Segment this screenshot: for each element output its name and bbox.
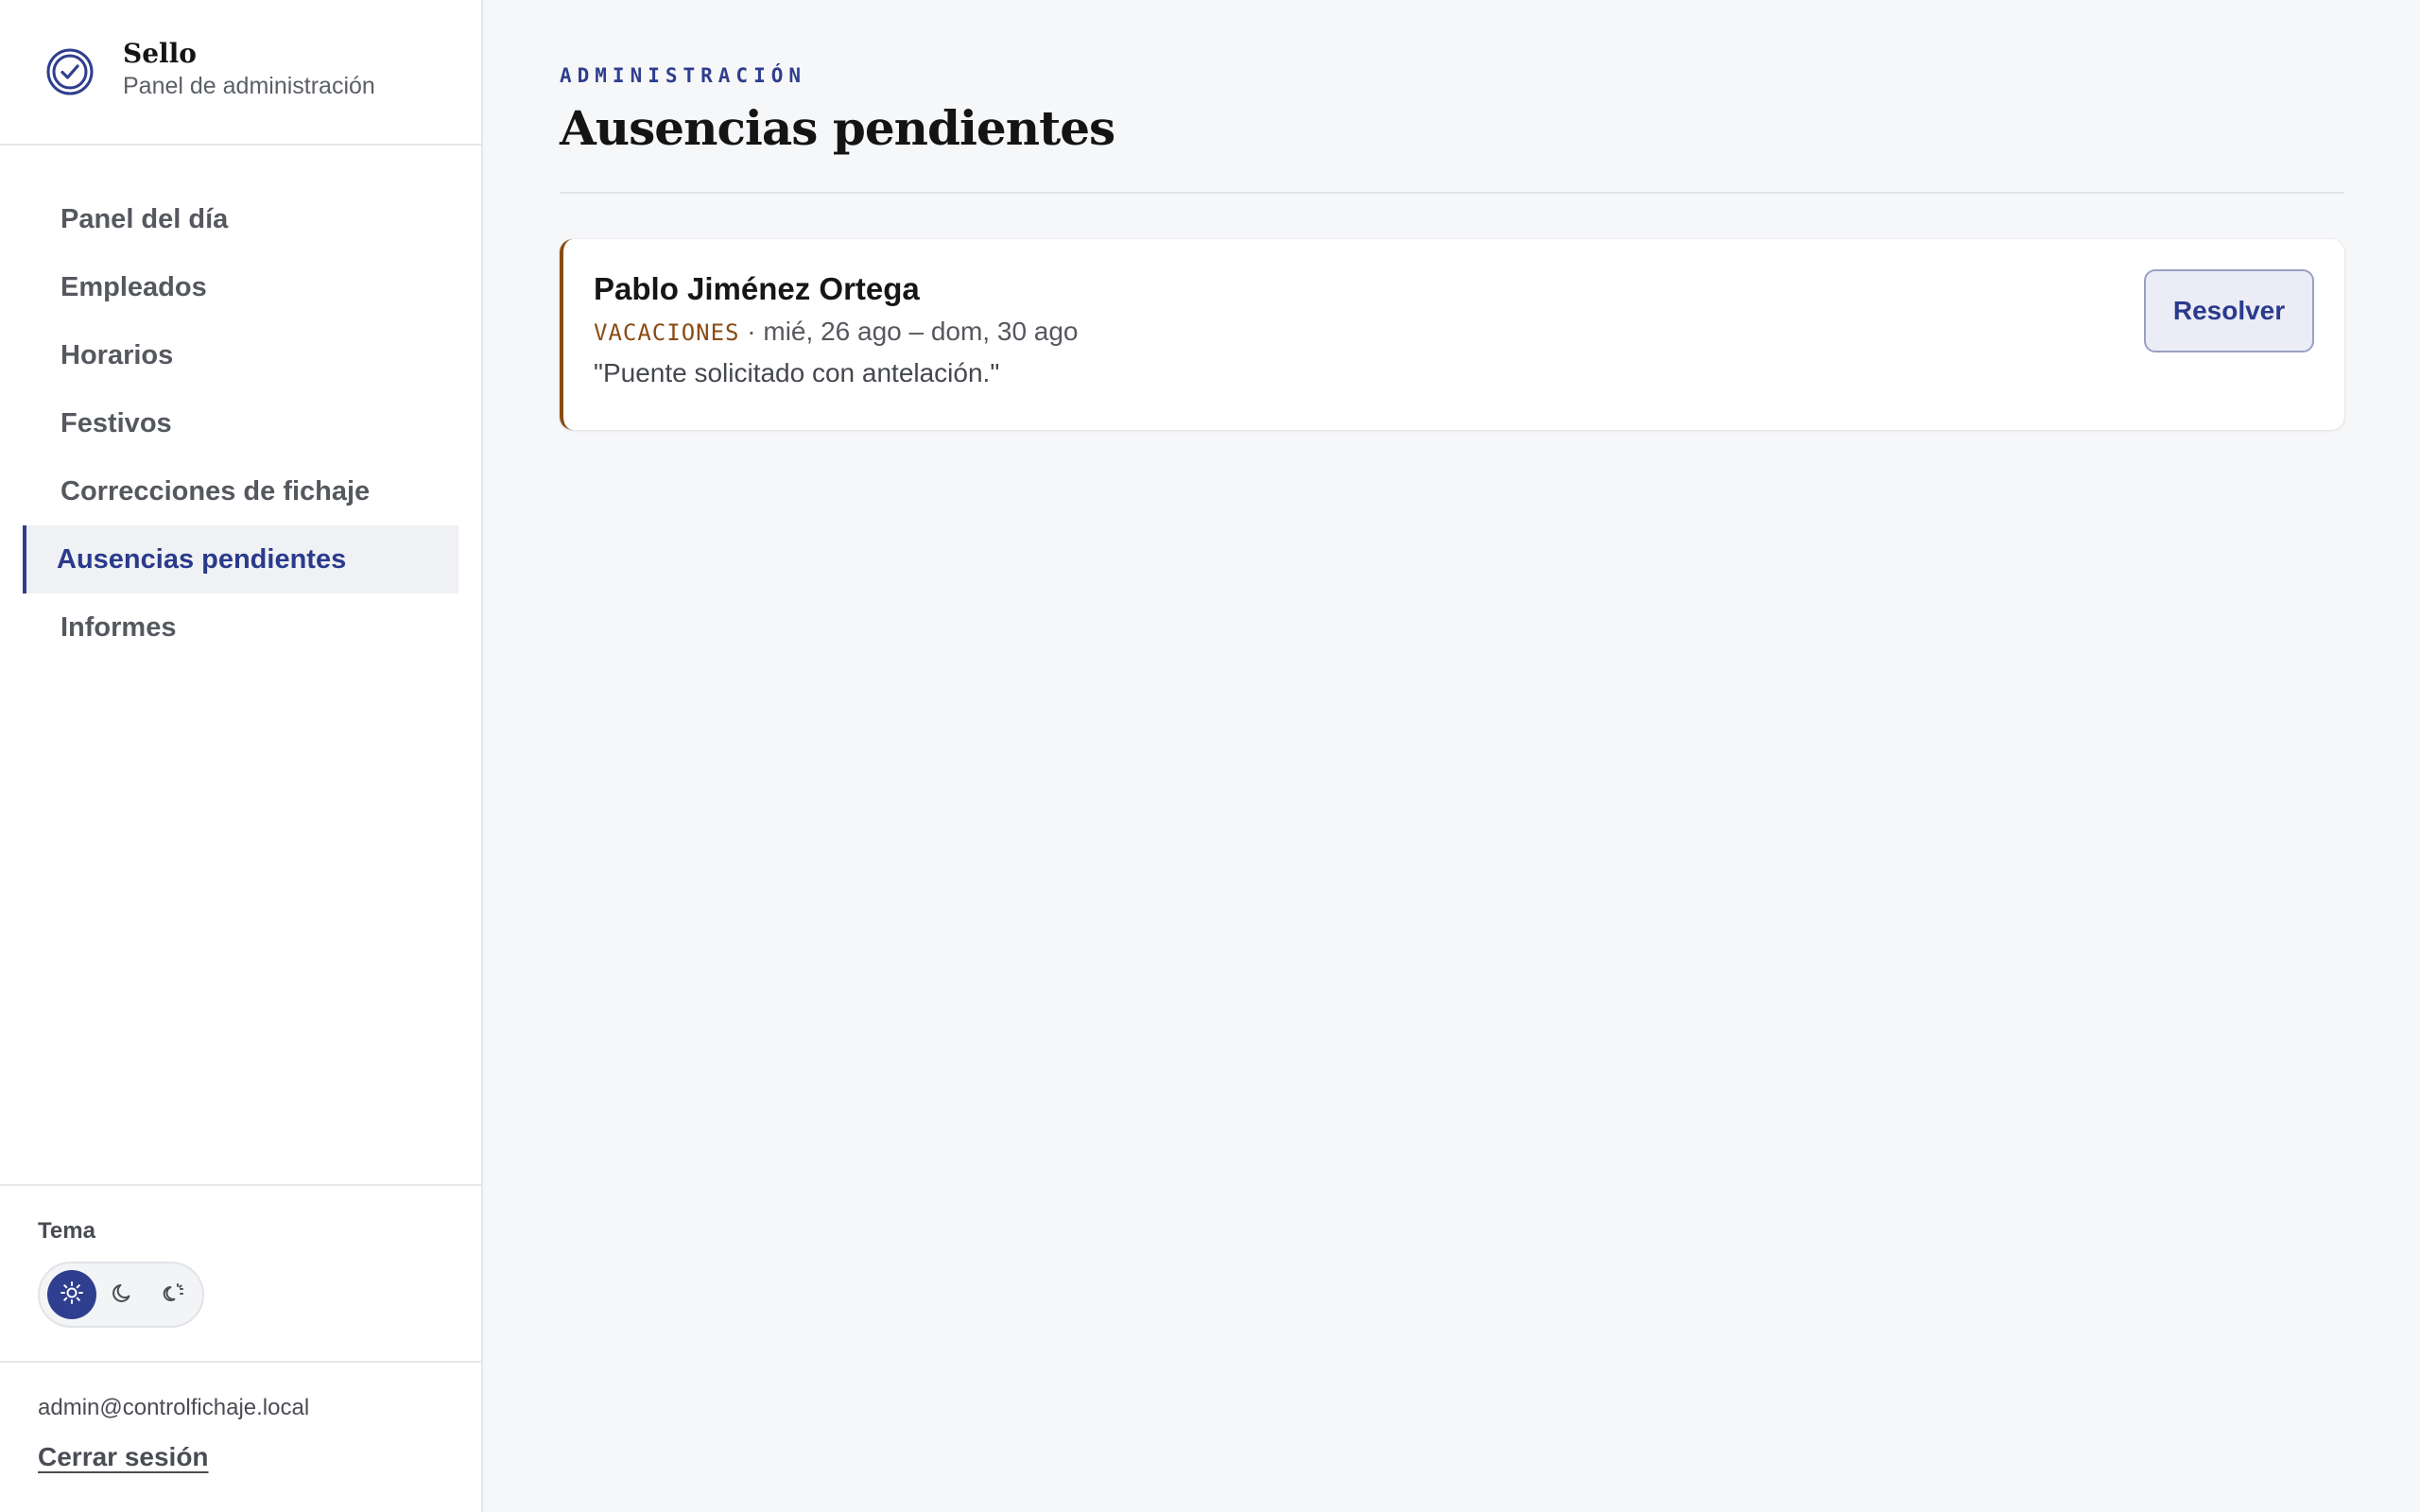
logout-link[interactable]: Cerrar sesión <box>38 1442 209 1472</box>
theme-dark-button[interactable] <box>98 1270 147 1319</box>
sidebar-item-informes[interactable]: Informes <box>23 593 458 662</box>
brand-header: Sello Panel de administración <box>0 0 481 146</box>
request-meta: VACACIONES · mié, 26 ago – dom, 30 ago <box>594 317 2344 347</box>
sidebar: Sello Panel de administración Panel del … <box>0 0 483 1512</box>
theme-label: Tema <box>38 1218 95 1244</box>
absence-dates: mié, 26 ago – dom, 30 ago <box>763 317 1079 346</box>
app-root: Sello Panel de administración Panel del … <box>0 0 2420 1512</box>
brand-subtitle: Panel de administración <box>123 73 375 99</box>
title-divider <box>560 192 2344 194</box>
account-email: admin@controlfichaje.local <box>38 1395 310 1420</box>
sidebar-item-empleados[interactable]: Empleados <box>23 253 458 321</box>
sidebar-item-festivos[interactable]: Festivos <box>23 389 458 457</box>
theme-section: Tema <box>0 1184 481 1361</box>
employee-name: Pablo Jiménez Ortega <box>594 271 920 306</box>
brand-text: Sello Panel de administración <box>123 38 375 100</box>
theme-switcher <box>38 1262 204 1328</box>
sidebar-item-horarios[interactable]: Horarios <box>23 321 458 389</box>
sun-icon <box>60 1280 84 1310</box>
check-circle-icon <box>45 47 95 96</box>
page-eyebrow: ADMINISTRACIÓN <box>560 64 807 87</box>
sidebar-nav: Panel del día Empleados Horarios Festivo… <box>0 146 481 1184</box>
page-title: Ausencias pendientes <box>560 100 1115 156</box>
sidebar-item-ausencias[interactable]: Ausencias pendientes <box>23 525 458 593</box>
theme-light-button[interactable] <box>47 1270 96 1319</box>
auto-theme-icon <box>162 1280 186 1310</box>
resolve-button[interactable]: Resolver <box>2144 269 2314 352</box>
brand-name: Sello <box>123 38 197 69</box>
moon-icon <box>111 1280 135 1310</box>
absence-request-card: Pablo Jiménez Ortega VACACIONES · mié, 2… <box>560 239 2344 430</box>
theme-auto-button[interactable] <box>149 1270 199 1319</box>
request-note: "Puente solicitado con antelación." <box>594 358 1000 387</box>
sidebar-item-correcciones[interactable]: Correcciones de fichaje <box>23 457 458 525</box>
sidebar-item-panel-del-dia[interactable]: Panel del día <box>23 185 458 253</box>
absence-type-badge: VACACIONES <box>594 319 740 346</box>
meta-separator: · <box>739 317 764 346</box>
main-content: ADMINISTRACIÓN Ausencias pendientes Pabl… <box>483 0 2420 1512</box>
account-section: admin@controlfichaje.local Cerrar sesión <box>0 1361 481 1512</box>
